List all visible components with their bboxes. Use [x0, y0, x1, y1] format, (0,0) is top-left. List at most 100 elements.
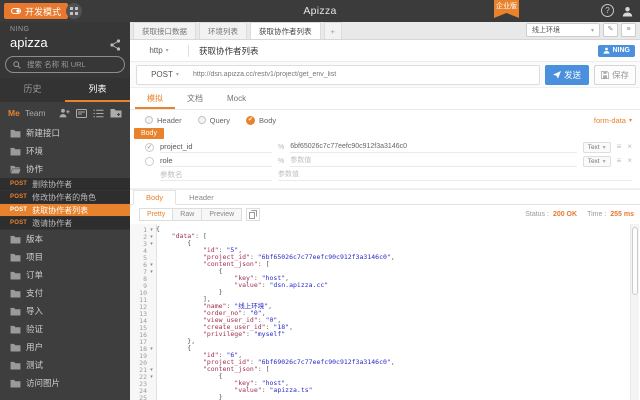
menu-icon: ≡	[626, 26, 630, 33]
main-area: 获取接口数据环境列表获取协作者列表+ 线上环境 ▾ ✎ ≡ http ▾ 获取协…	[130, 22, 640, 400]
fold-caret-icon[interactable]: ▾	[147, 234, 156, 240]
scope-team[interactable]: Team	[25, 108, 46, 118]
sidebar-item[interactable]: POST 删除协作者	[0, 178, 130, 191]
environment-select[interactable]: 线上环境 ▾	[526, 23, 600, 37]
list-view-icon[interactable]	[93, 109, 104, 118]
sidebar-item[interactable]: 订单	[0, 266, 130, 284]
document-tab[interactable]: 环境列表	[199, 22, 247, 39]
param-name-input[interactable]: 参数名	[160, 169, 272, 181]
line-number: 25	[130, 394, 147, 400]
remove-param-icon[interactable]: ×	[627, 142, 632, 152]
fold-caret-icon[interactable]: ▾	[147, 367, 156, 373]
sidebar-item[interactable]: 协作	[0, 160, 130, 178]
param-enabled-checkbox[interactable]	[145, 157, 154, 166]
editor-scrollbar[interactable]	[630, 224, 639, 400]
edit-environment-button[interactable]: ✎	[603, 23, 618, 37]
sidebar-search[interactable]	[5, 56, 125, 73]
url-input[interactable]: http://dsn.apizza.cc/restv1/project/get_…	[193, 71, 539, 78]
param-enabled-checkbox[interactable]: ✓	[145, 143, 154, 152]
copy-response-button[interactable]	[246, 208, 260, 221]
environment-list-button[interactable]: ≡	[621, 23, 636, 37]
document-tab[interactable]: 获取接口数据	[133, 22, 196, 39]
new-tab-button[interactable]: +	[324, 22, 342, 39]
sidebar-item-label: 支付	[26, 287, 43, 299]
user-icon	[622, 6, 633, 17]
body-type-select[interactable]: form-data ▾	[594, 116, 632, 125]
param-type-select[interactable]: Text▾	[583, 156, 611, 167]
fold-caret-icon[interactable]: ▾	[147, 262, 156, 268]
send-icon	[553, 71, 561, 79]
response-tab[interactable]: Header	[176, 190, 227, 205]
send-button[interactable]: 发送	[545, 65, 589, 85]
chevron-down-icon: ▾	[591, 27, 594, 34]
response-body-editor[interactable]: 1▾{2▾ "data": [3▾ {4 "id": "5",5 "projec…	[130, 224, 640, 400]
sidebar-item[interactable]: 项目	[0, 248, 130, 266]
protocol-select[interactable]: http ▾	[130, 46, 188, 55]
workspace-owner: NING	[10, 26, 30, 33]
scrollbar-thumb[interactable]	[632, 227, 638, 295]
user-menu-button[interactable]	[620, 4, 634, 18]
sidebar-item[interactable]: 版本	[0, 230, 130, 248]
tab-list[interactable]: 列表	[65, 78, 130, 102]
sidebar-item[interactable]: 新建接口	[0, 124, 130, 142]
tab-history[interactable]: 历史	[0, 78, 65, 102]
code-lines: 1▾{2▾ "data": [3▾ {4 "id": "5",5 "projec…	[130, 226, 628, 400]
variable-icon[interactable]: %	[278, 144, 284, 151]
drag-handle-icon[interactable]: ≡	[617, 142, 622, 152]
app-title: Apizza	[0, 0, 640, 22]
param-name-input[interactable]: project_id	[160, 141, 272, 153]
param-type-select[interactable]: Text▾	[583, 142, 611, 153]
view-mode-button[interactable]: Raw	[172, 208, 202, 221]
sidebar-item[interactable]: 访问图片	[0, 374, 130, 392]
variable-icon[interactable]: %	[278, 158, 284, 165]
view-mode-button[interactable]: Pretty	[139, 208, 173, 221]
sidebar-item[interactable]: POST修改协作者的角色	[0, 191, 130, 204]
sidebar-item-label: 删除协作者	[32, 179, 72, 190]
fold-caret-icon[interactable]: ▾	[147, 241, 156, 247]
view-mode-button[interactable]: Preview	[201, 208, 242, 221]
scope-me[interactable]: Me	[8, 108, 20, 118]
param-value-input[interactable]: 6bf65026c7c77eefc90c912f3a3146c0	[290, 141, 576, 153]
fold-caret-icon[interactable]: ▾	[147, 269, 156, 275]
sidebar-item[interactable]: 验证	[0, 320, 130, 338]
query-radio[interactable]: Query	[198, 116, 230, 125]
card-view-icon[interactable]	[76, 109, 87, 118]
user-badge[interactable]: NING	[598, 45, 636, 57]
param-value-input[interactable]: 参数值	[278, 169, 632, 181]
fold-caret-icon[interactable]: ▾	[147, 346, 156, 352]
request-tab[interactable]: Mock	[215, 88, 258, 109]
request-name-input[interactable]: 获取协作者列表	[199, 45, 259, 57]
folder-icon	[10, 379, 21, 388]
method-select[interactable]: POST ▾	[137, 70, 193, 79]
remove-param-icon[interactable]: ×	[627, 156, 632, 166]
method-badge: POST	[10, 181, 27, 187]
fold-caret-icon[interactable]: ▾	[147, 374, 156, 380]
sidebar-item[interactable]: POST获取协作者列表	[0, 204, 130, 217]
sidebar-item[interactable]: 用户	[0, 338, 130, 356]
sidebar-item[interactable]: 环境	[0, 142, 130, 160]
document-tab[interactable]: 获取协作者列表	[250, 22, 321, 39]
header-radio[interactable]: Header	[145, 116, 182, 125]
view-mode-group: PrettyRawPreview	[140, 208, 242, 221]
help-icon[interactable]: ?	[601, 4, 614, 17]
search-input[interactable]	[25, 59, 117, 70]
param-value-input[interactable]: 参数值	[290, 155, 576, 167]
project-name: apizza	[10, 35, 48, 50]
response-tab[interactable]: Body	[133, 190, 176, 205]
sidebar-item[interactable]: POST邀请协作者	[0, 217, 130, 230]
request-tab[interactable]: 文档	[175, 88, 215, 109]
param-name-input[interactable]: role	[160, 155, 272, 167]
share-icon[interactable]	[110, 39, 121, 51]
drag-handle-icon[interactable]: ≡	[617, 156, 622, 166]
user-icon	[603, 47, 610, 54]
sidebar-item-label: 验证	[26, 323, 43, 335]
new-folder-icon[interactable]	[110, 108, 122, 118]
sidebar-item[interactable]: 导入	[0, 302, 130, 320]
request-tab[interactable]: 模拟	[135, 88, 175, 109]
add-collaborator-icon[interactable]	[59, 108, 70, 118]
fold-caret-icon[interactable]: ▾	[147, 227, 156, 233]
sidebar-item[interactable]: 测试	[0, 356, 130, 374]
body-radio[interactable]: ✔ Body	[246, 116, 276, 125]
sidebar-item[interactable]: 支付	[0, 284, 130, 302]
save-button[interactable]: 保存	[594, 65, 636, 85]
